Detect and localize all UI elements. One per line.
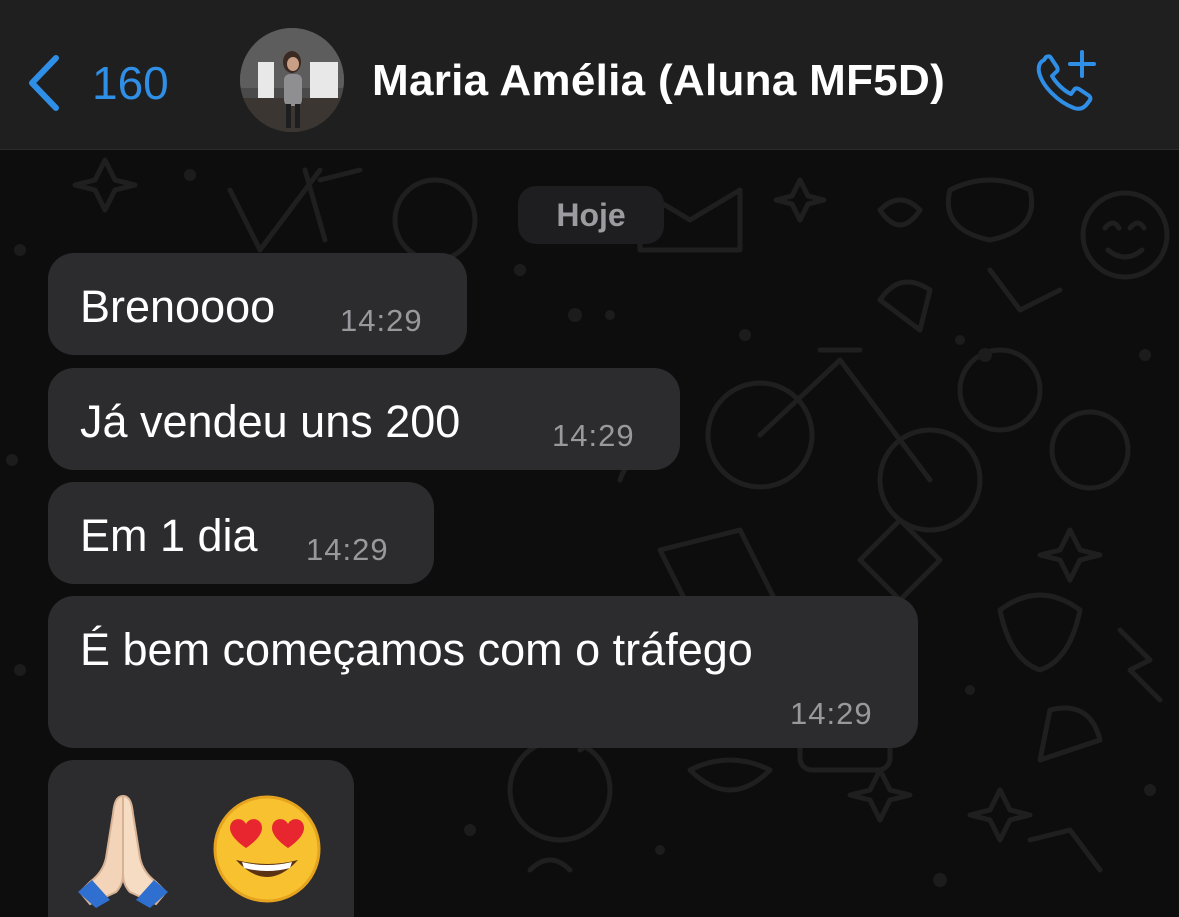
message-text: Brenoooo: [80, 281, 276, 332]
message-text: Em 1 dia: [80, 510, 258, 561]
message-bubble[interactable]: Em 1 dia 14:29: [48, 482, 434, 584]
contact-avatar[interactable]: [240, 28, 344, 132]
message-time: 14:29: [790, 696, 873, 731]
heart-eyes-emoji: [213, 795, 321, 903]
emoji-message-bubble[interactable]: 🙏🏻 😍: [48, 760, 354, 917]
message-list[interactable]: Hoje Brenoooo 14:29 Já vendeu uns 200 14…: [0, 150, 1179, 917]
message-time: 14:29: [340, 303, 423, 338]
phone-add-icon: [1036, 50, 1096, 111]
folded-hands-emoji: [78, 794, 168, 908]
date-separator: Hoje: [518, 186, 664, 244]
unread-count: 160: [92, 57, 169, 109]
message-bubble[interactable]: Brenoooo 14:29: [48, 253, 467, 355]
chat-header: 160 Maria Amélia (Aluna MF5D): [0, 0, 1179, 150]
chat-screen: 160 Maria Amélia (Aluna MF5D) Hoje Breno…: [0, 0, 1179, 917]
message-text: É bem começamos com o tráfego: [80, 624, 753, 675]
message-bubble[interactable]: Já vendeu uns 200 14:29: [48, 368, 680, 470]
message-bubble[interactable]: É bem começamos com o tráfego 14:29: [48, 596, 918, 748]
message-text: Já vendeu uns 200: [80, 396, 461, 447]
chevron-left-icon: [29, 55, 59, 111]
add-call-button[interactable]: [1030, 46, 1102, 118]
message-time: 14:29: [552, 418, 635, 453]
contact-name[interactable]: Maria Amélia (Aluna MF5D): [372, 56, 945, 106]
avatar-photo: [240, 28, 344, 132]
back-button[interactable]: 160: [26, 52, 169, 114]
message-time: 14:29: [306, 532, 389, 567]
